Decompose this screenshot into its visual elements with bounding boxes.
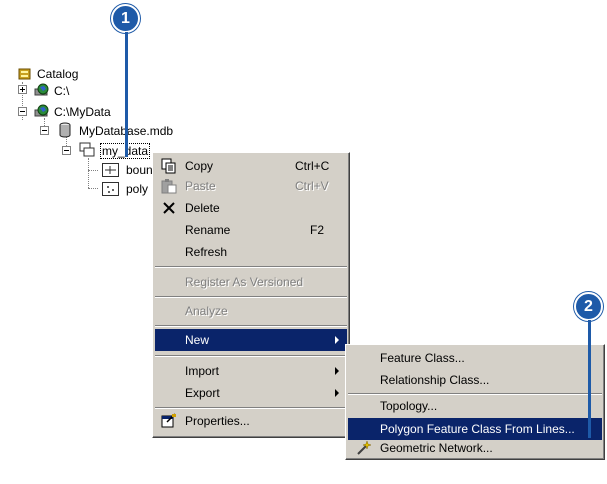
menu-item-copy[interactable]: Copy Ctrl+C bbox=[155, 156, 347, 176]
submenu-arrow-icon bbox=[335, 389, 339, 397]
menu-item-label: Rename bbox=[185, 223, 231, 237]
tree-item-catalog[interactable]: Catalog bbox=[37, 67, 78, 81]
context-menu: Copy Ctrl+C Paste Ctrl+V Delete Rename F… bbox=[152, 152, 350, 438]
copy-icon bbox=[161, 158, 177, 174]
submenu-item-label: Topology... bbox=[380, 399, 438, 413]
drive-globe-icon bbox=[34, 83, 50, 100]
menu-item-label: Register As Versioned bbox=[185, 275, 304, 289]
menu-item-label: Copy bbox=[185, 159, 214, 173]
tree-connector bbox=[88, 188, 98, 189]
menu-item-new[interactable]: New bbox=[155, 329, 347, 351]
feature-dataset-icon bbox=[79, 142, 97, 161]
folder-globe-icon bbox=[34, 104, 50, 121]
menu-item-shortcut: Ctrl+V bbox=[295, 179, 329, 193]
menu-item-refresh[interactable]: Refresh bbox=[155, 242, 347, 262]
paste-icon bbox=[161, 178, 177, 194]
submenu-item-label: Relationship Class... bbox=[380, 373, 490, 387]
submenu-item-feature-class[interactable]: Feature Class... bbox=[348, 348, 602, 368]
geometric-network-wand-icon bbox=[356, 440, 372, 456]
menu-separator bbox=[348, 393, 602, 395]
menu-item-register-as-versioned[interactable]: Register As Versioned bbox=[155, 272, 347, 292]
menu-separator bbox=[155, 266, 347, 268]
menu-separator bbox=[155, 325, 347, 327]
submenu-arrow-icon bbox=[335, 336, 339, 344]
callout-1-badge: 1 bbox=[111, 4, 140, 33]
submenu-item-relationship-class[interactable]: Relationship Class... bbox=[348, 370, 602, 390]
menu-item-label: New bbox=[185, 333, 210, 347]
point-feature-class-icon bbox=[102, 182, 119, 199]
callout-2-badge: 2 bbox=[574, 292, 603, 321]
new-submenu: Feature Class... Relationship Class... T… bbox=[345, 344, 605, 460]
menu-item-label: Delete bbox=[185, 201, 220, 215]
menu-item-shortcut: F2 bbox=[310, 223, 325, 237]
tree-item-poly[interactable]: poly bbox=[126, 182, 148, 196]
menu-item-paste[interactable]: Paste Ctrl+V bbox=[155, 176, 347, 196]
submenu-item-polygon-feature-class-from-lines[interactable]: Polygon Feature Class From Lines... bbox=[348, 418, 602, 440]
delete-x-icon bbox=[161, 200, 177, 216]
menu-separator bbox=[155, 296, 347, 298]
tree-item-mydata-folder[interactable]: C:\MyData bbox=[54, 105, 111, 119]
collapse-minus-icon[interactable] bbox=[18, 107, 27, 116]
collapse-minus-icon[interactable] bbox=[40, 126, 49, 135]
tree-item-boundary[interactable]: boun bbox=[126, 163, 153, 177]
menu-separator bbox=[155, 407, 347, 409]
tree-connector bbox=[88, 158, 89, 188]
callout-2-pointer bbox=[588, 320, 591, 438]
menu-item-import[interactable]: Import bbox=[155, 361, 347, 381]
properties-icon bbox=[161, 413, 177, 429]
menu-item-label: Export bbox=[185, 386, 220, 400]
submenu-item-topology[interactable]: Topology... bbox=[348, 396, 602, 416]
collapse-minus-icon[interactable] bbox=[62, 146, 71, 155]
menu-item-label: Paste bbox=[185, 179, 216, 193]
line-feature-class-icon bbox=[102, 163, 119, 180]
menu-item-properties[interactable]: Properties... bbox=[155, 411, 347, 431]
menu-item-shortcut: Ctrl+C bbox=[295, 159, 330, 173]
menu-item-label: Analyze bbox=[185, 304, 228, 318]
tree-item-c-drive[interactable]: C:\ bbox=[54, 84, 69, 98]
submenu-item-geometric-network[interactable]: Geometric Network... bbox=[348, 440, 602, 456]
menu-item-export[interactable]: Export bbox=[155, 383, 347, 403]
menu-separator bbox=[155, 355, 347, 357]
database-cylinder-icon bbox=[58, 122, 72, 141]
expand-plus-icon[interactable] bbox=[18, 85, 27, 94]
menu-item-delete[interactable]: Delete bbox=[155, 198, 347, 218]
submenu-arrow-icon bbox=[335, 367, 339, 375]
menu-item-analyze[interactable]: Analyze bbox=[155, 301, 347, 321]
menu-item-label: Refresh bbox=[185, 245, 228, 259]
callout-1-pointer bbox=[125, 32, 128, 157]
submenu-item-label: Geometric Network... bbox=[380, 441, 493, 455]
menu-item-rename[interactable]: Rename F2 bbox=[155, 220, 347, 240]
catalog-cabinet-icon bbox=[18, 67, 31, 80]
menu-item-label: Properties... bbox=[185, 414, 250, 428]
menu-item-label: Import bbox=[185, 364, 220, 378]
tree-connector bbox=[88, 170, 98, 171]
submenu-item-label: Polygon Feature Class From Lines... bbox=[380, 422, 575, 436]
submenu-item-label: Feature Class... bbox=[380, 351, 465, 365]
